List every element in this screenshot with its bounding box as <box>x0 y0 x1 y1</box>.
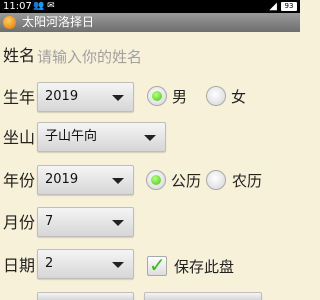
month-label: 月份 <box>3 213 36 232</box>
month-value: 7 <box>45 214 54 229</box>
calendar-solar-radio[interactable] <box>146 170 166 190</box>
day-dropdown[interactable]: 2 <box>37 249 134 279</box>
sitting-dropdown[interactable]: 子山午向 <box>37 122 166 152</box>
chevron-down-icon <box>112 178 124 184</box>
battery-icon: 93 <box>281 2 297 11</box>
title-bar: 太阳河洛择日 <box>0 13 300 32</box>
calendar-solar-label: 公历 <box>171 172 202 190</box>
status-time: 11:07 <box>3 1 32 12</box>
action-button-right[interactable] <box>144 292 262 300</box>
calendar-lunar-radio[interactable] <box>206 170 226 190</box>
calendar-lunar-label: 农历 <box>232 172 263 190</box>
sun-face-icon <box>3 16 16 29</box>
year-label: 年份 <box>3 171 36 190</box>
notification-icons: 👥 ✉ <box>33 1 55 11</box>
gender-female-radio[interactable] <box>206 86 226 106</box>
month-dropdown[interactable]: 7 <box>37 207 134 237</box>
gender-male-radio[interactable] <box>147 86 167 106</box>
app-title: 太阳河洛择日 <box>22 15 95 29</box>
checkmark-icon: ✓ <box>149 253 166 277</box>
sitting-value: 子山午向 <box>45 129 98 144</box>
day-label: 日期 <box>3 256 36 275</box>
action-button-left[interactable] <box>37 292 134 300</box>
radio-selected-dot <box>151 175 161 185</box>
chevron-down-icon <box>112 262 124 268</box>
birth-year-label: 生年 <box>3 88 36 107</box>
save-chart-checkbox[interactable]: ✓ <box>147 253 167 277</box>
name-label: 姓名 <box>3 46 36 65</box>
year-value: 2019 <box>45 172 79 187</box>
birth-year-dropdown[interactable]: 2019 <box>37 82 134 112</box>
signal-icon: ◢ <box>269 1 277 12</box>
chevron-down-icon <box>144 135 156 141</box>
save-chart-label: 保存此盘 <box>174 258 235 276</box>
year-dropdown[interactable]: 2019 <box>37 165 134 195</box>
gender-female-label: 女 <box>231 88 247 106</box>
chevron-down-icon <box>112 220 124 226</box>
status-bar: 11:07 👥 ✉ ◢ 93 <box>0 0 300 13</box>
birth-year-value: 2019 <box>45 89 79 104</box>
status-right: ◢ 93 <box>269 0 297 13</box>
sitting-label: 坐山 <box>3 128 36 147</box>
gender-male-label: 男 <box>172 88 188 106</box>
radio-selected-dot <box>152 91 162 101</box>
chevron-down-icon <box>112 95 124 101</box>
name-input[interactable]: 请输入你的姓名 <box>37 46 292 68</box>
day-value: 2 <box>45 256 54 271</box>
